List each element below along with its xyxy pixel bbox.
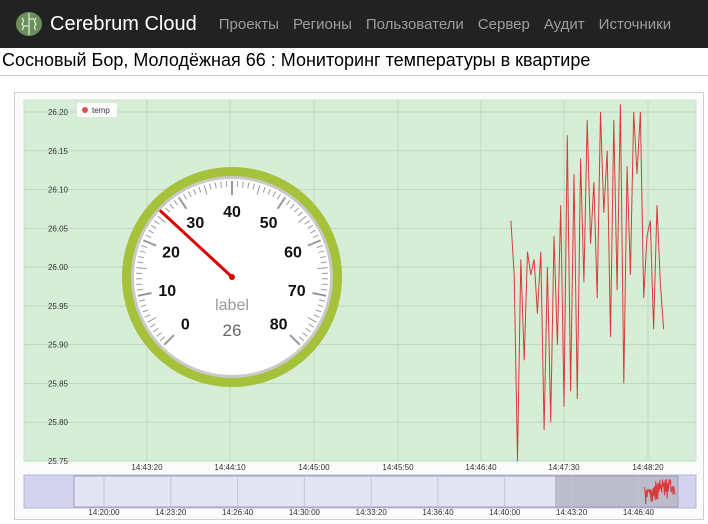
navigator-tick-label: 14:33:20 bbox=[356, 508, 388, 517]
y-tick-label: 25.95 bbox=[48, 302, 69, 311]
gauge-number: 60 bbox=[284, 245, 302, 262]
navigator-tick-label: 14:46:40 bbox=[623, 508, 655, 517]
gauge-number: 80 bbox=[270, 317, 288, 334]
gauge-number: 40 bbox=[223, 204, 241, 221]
y-tick-label: 26.20 bbox=[48, 108, 69, 117]
navigator-tick-label: 14:36:40 bbox=[422, 508, 454, 517]
gauge-value: 26 bbox=[223, 321, 242, 340]
navigator-tick-label: 14:40:00 bbox=[489, 508, 521, 517]
temperature-gauge: 0 10 20 30 40 50 60 7080 label 26 bbox=[122, 167, 342, 387]
x-tick-label: 14:45:50 bbox=[382, 463, 414, 472]
x-tick-label: 14:44:10 bbox=[214, 463, 246, 472]
gauge-label: label bbox=[215, 297, 249, 314]
navigator-tick-label: 14:43:20 bbox=[556, 508, 588, 517]
x-tick-label: 14:48:20 bbox=[632, 463, 664, 472]
y-tick-label: 25.80 bbox=[48, 418, 69, 427]
y-tick-label: 26.10 bbox=[48, 186, 69, 195]
legend-label: temp bbox=[92, 106, 110, 115]
legend[interactable]: temp bbox=[77, 103, 117, 117]
y-tick-label: 26.15 bbox=[48, 147, 69, 156]
x-tick-label: 14:46:40 bbox=[465, 463, 497, 472]
gauge-hub bbox=[229, 274, 235, 280]
gauge-number: 20 bbox=[162, 245, 180, 262]
gauge-number: 50 bbox=[260, 215, 278, 232]
x-tick-label: 14:47:30 bbox=[548, 463, 580, 472]
y-tick-label: 25.75 bbox=[48, 457, 69, 466]
gauge-number: 30 bbox=[186, 215, 204, 232]
y-tick-label: 25.90 bbox=[48, 341, 69, 350]
y-tick-label: 25.85 bbox=[48, 379, 69, 388]
gauge-number: 10 bbox=[158, 283, 176, 300]
temperature-chart: 26.20 26.15 26.10 26.05 26.00 25.95 25.90 25.85… bbox=[23, 99, 697, 517]
navigator-tick-label: 14:30:00 bbox=[289, 508, 321, 517]
gauge-number: 70 bbox=[288, 283, 306, 300]
navigator-tick-label: 14:23:20 bbox=[155, 508, 187, 517]
gauge-number: 0 bbox=[181, 317, 190, 334]
x-tick-label: 14:43:20 bbox=[131, 463, 163, 472]
y-tick-label: 26.05 bbox=[48, 224, 69, 233]
y-tick-label: 26.00 bbox=[48, 263, 69, 272]
navigator-tick-label: 14:26:40 bbox=[222, 508, 254, 517]
gauge-tick bbox=[220, 181, 222, 188]
legend-marker bbox=[82, 107, 88, 113]
navigator-tick-label: 14:20:00 bbox=[88, 508, 120, 517]
gauge-tick bbox=[242, 181, 244, 188]
x-tick-label: 14:45:00 bbox=[298, 463, 330, 472]
x-axis: 14:43:20 14:44:10 14:45:00 14:45:50 14:46:40… bbox=[131, 463, 664, 472]
